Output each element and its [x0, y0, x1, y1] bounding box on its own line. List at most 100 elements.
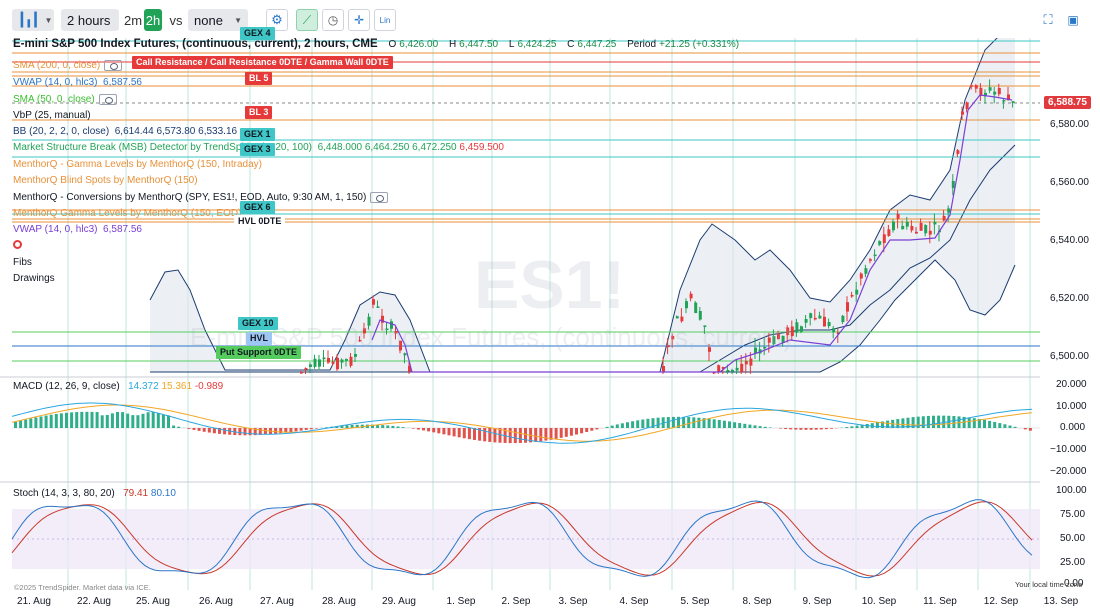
eye-icon[interactable]	[98, 94, 117, 105]
macd-histogram-bar	[564, 428, 568, 437]
indicator-vwap-1[interactable]: VWAP (14, 0, hlc3) 6,587.56	[13, 77, 142, 89]
macd-histogram-bar	[513, 428, 517, 444]
macd-histogram-bar	[202, 428, 206, 432]
indicator-sma200[interactable]: SMA (200, 0, close)	[13, 60, 123, 72]
macd-histogram-bar	[156, 413, 160, 428]
level-gex3[interactable]: GEX 3	[240, 143, 275, 156]
scale-button[interactable]: Lin	[374, 9, 396, 31]
indicator-drawings[interactable]: Drawings	[13, 273, 55, 285]
macd-histogram-bar	[779, 428, 782, 429]
macd-histogram-bar	[167, 415, 170, 428]
level-call-resistance[interactable]: Call Resistance / Call Resistance 0DTE /…	[132, 56, 393, 69]
price-tick: 6,500.00	[1050, 351, 1089, 362]
crosshair-button[interactable]: ✛	[348, 9, 370, 31]
level-gex6[interactable]: GEX 6	[240, 201, 275, 214]
level-gex10[interactable]: GEX 10	[238, 317, 278, 330]
level-hvl[interactable]: HVL	[246, 332, 272, 345]
indicator-sma50[interactable]: SMA (50, 0, close)	[13, 94, 117, 106]
macd-histogram-bar	[289, 428, 293, 432]
indicator-label: MenthorQ Blind Spots by MenthorQ (150)	[13, 175, 198, 186]
macd-histogram-bar	[753, 425, 757, 428]
macd-tick: 10.000	[1056, 401, 1087, 412]
macd-histogram-bar	[473, 428, 476, 440]
compare-select[interactable]: none ▼	[188, 9, 248, 31]
macd-histogram-bar	[386, 425, 390, 428]
time-axis-label: 3. Sep	[558, 596, 588, 607]
macd-histogram-bar	[381, 425, 385, 428]
candle	[910, 225, 914, 231]
macd-histogram-bar	[70, 412, 74, 428]
screenshot-button[interactable]: ▣	[1064, 9, 1082, 31]
interval-2h-button[interactable]: 2h	[144, 9, 162, 31]
stoch-legend[interactable]: Stoch (14, 3, 3, 80, 20) 79.41 80.10	[13, 488, 176, 500]
indicator-blind-spots[interactable]: MenthorQ Blind Spots by MenthorQ (150)	[13, 175, 198, 187]
chevron-down-icon: ▼	[234, 15, 242, 25]
gear-icon: ⚙	[271, 12, 283, 27]
macd-histogram-bar	[161, 414, 165, 428]
fullscreen-button[interactable]: ⛶	[1040, 9, 1056, 31]
indicator-gamma-intraday[interactable]: MenthorQ - Gamma Levels by MenthorQ (150…	[13, 159, 262, 171]
level-bl3[interactable]: BL 3	[245, 106, 273, 119]
macd-histogram-bar	[666, 417, 670, 428]
macd-histogram-bar	[518, 428, 522, 443]
candle	[933, 221, 937, 225]
indicator-bb[interactable]: BB (20, 2, 2, 0, close) 6,614.44 6,573.8…	[13, 126, 237, 138]
time-axis-label: 13. Sep	[1043, 596, 1079, 607]
indicator-conversions[interactable]: MenthorQ - Conversions by MenthorQ (SPY,…	[13, 192, 389, 204]
macd-histogram-bar	[855, 425, 859, 428]
indicator-vwap-2[interactable]: VWAP (14, 0, hlc3) 6,587.56	[13, 224, 142, 236]
macd-histogram-bar	[983, 419, 986, 428]
interval-select[interactable]: 2 hours	[61, 9, 119, 31]
macd-histogram-bar	[687, 417, 691, 428]
macd-histogram-bar	[457, 428, 461, 438]
macd-histogram-bar	[998, 423, 1002, 428]
eye-icon[interactable]	[370, 192, 389, 203]
chart-toolbar: ┃╻┃ ▼ 2 hours 2m 2h vs none ▼ ⚙ ⟋ ◷ ✛ Li…	[0, 0, 1100, 38]
replay-button[interactable]: ◷	[322, 9, 344, 31]
macd-histogram-bar	[845, 427, 849, 428]
macd-histogram-bar	[830, 428, 833, 429]
macd-histogram-bar	[580, 428, 584, 434]
indicator-fibs[interactable]: Fibs	[13, 257, 32, 269]
candle	[974, 85, 978, 89]
eye-icon[interactable]	[104, 60, 123, 71]
level-hvl-0dte[interactable]: HVL 0DTE	[234, 215, 286, 228]
indicator-gamma-eod[interactable]: MenthorQ Gamma Levels by MenthorQ (150, …	[13, 208, 241, 220]
target-icon[interactable]	[13, 240, 22, 249]
macd-label: MACD (12, 26, 9, close)	[13, 381, 120, 392]
interval-2m-button[interactable]: 2m	[123, 9, 143, 31]
level-put-support[interactable]: Put Support 0DTE	[216, 346, 301, 359]
candle	[318, 359, 321, 367]
level-gex1[interactable]: GEX 1	[240, 128, 275, 141]
stoch-label: Stoch (14, 3, 3, 80, 20)	[13, 488, 115, 499]
indicator-vbp[interactable]: VbP (25, manual)	[13, 110, 91, 122]
macd-histogram-bar	[39, 416, 43, 428]
macd-legend[interactable]: MACD (12, 26, 9, close) 14.372 15.361 -0…	[13, 381, 223, 393]
macd-histogram-bar	[136, 415, 140, 428]
macd-histogram-bar	[207, 428, 211, 433]
level-gex4[interactable]: GEX 4	[240, 27, 275, 40]
macd-histogram-bar	[44, 415, 48, 428]
macd-histogram-bar	[54, 413, 58, 428]
macd-histogram-bar	[758, 426, 762, 428]
candle	[694, 302, 698, 314]
timezone-text[interactable]: Your local time zone	[1015, 580, 1082, 589]
candle	[993, 91, 997, 95]
indicator-value: 6,587.56	[103, 224, 142, 235]
indicator-label: MenthorQ - Conversions by MenthorQ (SPY,…	[13, 192, 367, 204]
macd-histogram-bar	[427, 428, 431, 432]
macd-histogram-bar	[309, 428, 313, 430]
level-bl5[interactable]: BL 5	[245, 72, 273, 85]
macd-histogram-bar	[452, 428, 456, 437]
low-value: 6,424.25	[517, 39, 557, 50]
macd-histogram-bar	[554, 428, 558, 439]
target-icon-row[interactable]	[13, 240, 22, 253]
candle	[345, 359, 348, 361]
macd-histogram-bar	[483, 428, 487, 442]
open-value: 6,426.00	[399, 39, 439, 50]
indicator-button[interactable]: ⟋	[296, 9, 318, 31]
macd-histogram-bar	[794, 428, 798, 430]
chart-type-button[interactable]: ┃╻┃ ▼	[12, 9, 54, 31]
macd-pane	[11, 402, 1040, 444]
macd-histogram-bar	[717, 419, 721, 428]
